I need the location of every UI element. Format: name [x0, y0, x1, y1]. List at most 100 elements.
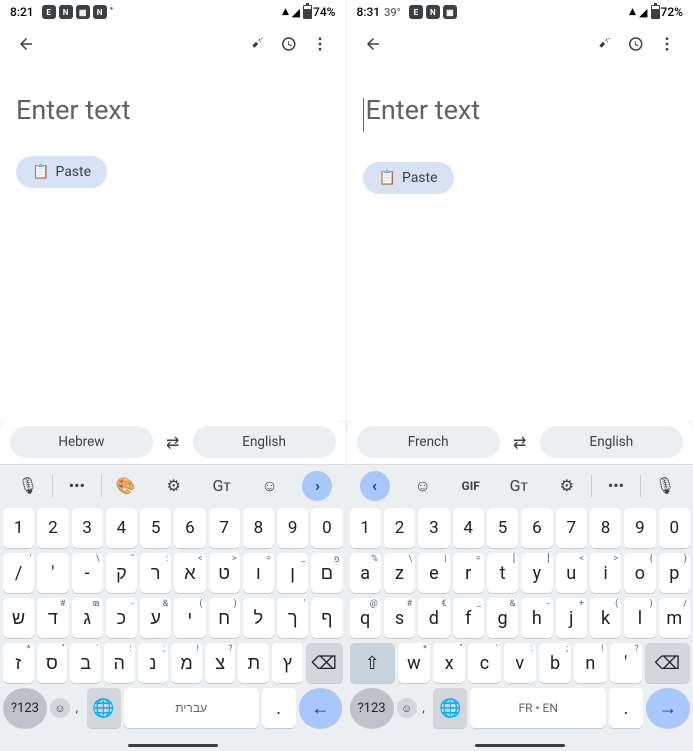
- period-key[interactable]: .: [262, 688, 296, 728]
- lang-from-pill[interactable]: French: [357, 426, 500, 458]
- key-num[interactable]: 5: [487, 508, 518, 548]
- key[interactable]: =r: [453, 553, 484, 593]
- key[interactable]: ]y: [521, 553, 552, 593]
- enter-key[interactable]: →: [646, 688, 690, 728]
- backspace-key[interactable]: ⌫: [306, 643, 343, 683]
- symbols-key[interactable]: ?123: [3, 688, 47, 728]
- translate-icon[interactable]: Gᴛ: [198, 476, 246, 496]
- key[interactable]: !מ: [171, 643, 202, 683]
- emoji-comma-key[interactable]: ☺,: [50, 688, 84, 728]
- swap-languages-button[interactable]: ⇄: [159, 433, 187, 452]
- swap-languages-button[interactable]: ⇄: [506, 433, 534, 452]
- text-input-area[interactable]: Enter text: [347, 64, 693, 152]
- more-icon[interactable]: [304, 28, 336, 60]
- key-num[interactable]: 9: [277, 508, 308, 548]
- key[interactable]: %a: [350, 553, 381, 593]
- key-num[interactable]: 0: [311, 508, 342, 548]
- gif-icon[interactable]: GIF: [447, 479, 495, 493]
- magic-icon[interactable]: [587, 28, 619, 60]
- key[interactable]: -h: [521, 598, 552, 638]
- expand-arrow[interactable]: ‹: [351, 471, 399, 501]
- key[interactable]: '/: [3, 553, 34, 593]
- key[interactable]: "ס: [37, 643, 68, 683]
- back-button[interactable]: [10, 28, 42, 60]
- key[interactable]: =ו: [243, 553, 274, 593]
- key[interactable]: 'ך: [277, 598, 308, 638]
- key-num[interactable]: 1: [3, 508, 34, 548]
- key[interactable]: )l: [624, 598, 655, 638]
- key[interactable]: :ר: [140, 553, 171, 593]
- key-num[interactable]: 0: [659, 508, 690, 548]
- emoji-comma-key[interactable]: ☺,: [397, 688, 431, 728]
- mic-icon[interactable]: 🎙: [4, 476, 52, 495]
- nav-handle[interactable]: [347, 739, 693, 751]
- space-key[interactable]: FR • EN: [470, 688, 606, 728]
- key-num[interactable]: 8: [243, 508, 274, 548]
- key[interactable]: "x: [433, 643, 465, 683]
- key-num[interactable]: 7: [556, 508, 587, 548]
- key[interactable]: ₪ג: [72, 598, 103, 638]
- expand-arrow[interactable]: ›: [294, 471, 342, 501]
- gear-icon[interactable]: ⚙: [150, 476, 198, 495]
- key-num[interactable]: 2: [384, 508, 415, 548]
- palette-icon[interactable]: 🎨: [102, 476, 150, 495]
- lang-to-pill[interactable]: English: [540, 426, 683, 458]
- space-key[interactable]: עברית: [124, 688, 259, 728]
- period-key[interactable]: .: [609, 688, 643, 728]
- key[interactable]: }p: [659, 553, 690, 593]
- more-dots-icon[interactable]: •••: [53, 476, 101, 495]
- shift-key[interactable]: ⇧: [350, 643, 395, 683]
- key[interactable]: <u: [556, 553, 587, 593]
- key[interactable]: >i: [590, 553, 621, 593]
- lang-to-pill[interactable]: English: [193, 426, 336, 458]
- key[interactable]: <א: [174, 553, 205, 593]
- key[interactable]: ;נ: [138, 643, 169, 683]
- history-icon[interactable]: [619, 28, 651, 60]
- key[interactable]: {o: [624, 553, 655, 593]
- key[interactable]: *ז: [3, 643, 34, 683]
- key[interactable]: \-: [72, 553, 103, 593]
- gear-icon[interactable]: ⚙: [543, 476, 591, 495]
- key[interactable]: €d: [418, 598, 449, 638]
- key[interactable]: פם: [311, 553, 342, 593]
- key[interactable]: 'c: [468, 643, 500, 683]
- symbols-key[interactable]: ?123: [350, 688, 394, 728]
- key-num[interactable]: 6: [521, 508, 552, 548]
- translate-icon[interactable]: Gᴛ: [495, 476, 543, 496]
- key[interactable]: :v: [504, 643, 536, 683]
- key-num[interactable]: 3: [418, 508, 449, 548]
- key[interactable]: ?צ: [205, 643, 236, 683]
- key[interactable]: ': [37, 553, 68, 593]
- key-num[interactable]: 7: [209, 508, 240, 548]
- key[interactable]: ל: [243, 598, 274, 638]
- key-num[interactable]: 8: [590, 508, 621, 548]
- sticker-icon[interactable]: ☺: [246, 476, 294, 496]
- key-num[interactable]: 9: [624, 508, 655, 548]
- paste-chip[interactable]: 📋 Paste: [16, 156, 107, 188]
- key-num[interactable]: 6: [174, 508, 205, 548]
- key[interactable]: ף: [311, 598, 342, 638]
- key[interactable]: "ק: [106, 553, 137, 593]
- backspace-key[interactable]: ⌫: [645, 643, 690, 683]
- more-icon[interactable]: [651, 28, 683, 60]
- key[interactable]: ;b: [539, 643, 571, 683]
- key[interactable]: |e: [418, 553, 449, 593]
- key[interactable]: /m: [659, 598, 690, 638]
- key[interactable]: ?': [610, 643, 642, 683]
- magic-icon[interactable]: [240, 28, 272, 60]
- key[interactable]: -כ: [106, 598, 137, 638]
- key[interactable]: (י: [174, 598, 205, 638]
- key[interactable]: ץ: [272, 643, 303, 683]
- key[interactable]: ת: [238, 643, 269, 683]
- sticker-icon[interactable]: ☺: [399, 476, 447, 496]
- key[interactable]: !n: [574, 643, 606, 683]
- key-num[interactable]: 4: [453, 508, 484, 548]
- key-num[interactable]: 2: [37, 508, 68, 548]
- back-button[interactable]: [357, 28, 389, 60]
- key[interactable]: +j: [556, 598, 587, 638]
- key[interactable]: #ד: [37, 598, 68, 638]
- text-input-area[interactable]: Enter text: [0, 64, 346, 146]
- paste-chip[interactable]: 📋 Paste: [363, 162, 454, 194]
- key[interactable]: >ט: [209, 553, 240, 593]
- key[interactable]: &ע: [140, 598, 171, 638]
